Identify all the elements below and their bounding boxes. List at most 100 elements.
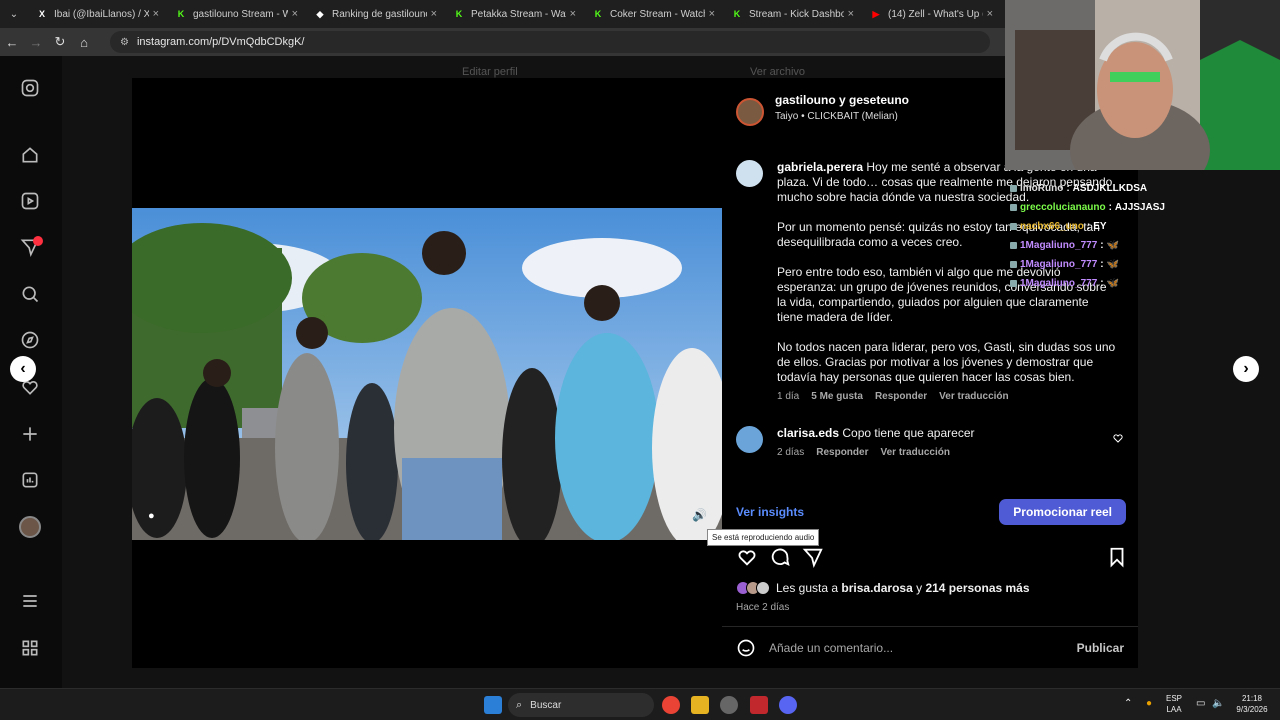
microphone-icon[interactable]: ●	[1146, 698, 1152, 709]
chat-text: 🦋	[1106, 240, 1120, 251]
browser-tab-title: (14) Zell - What's Up (Vis	[888, 8, 983, 20]
dashboard-nav-icon[interactable]	[19, 469, 41, 491]
next-post-button[interactable]: ›	[1233, 356, 1259, 382]
comment-icon[interactable]	[769, 546, 791, 568]
reply-button[interactable]: Responder	[816, 447, 868, 458]
promote-reel-button[interactable]: Promocionar reel	[999, 499, 1126, 525]
comment-author[interactable]: gabriela.perera	[777, 160, 863, 174]
instagram-logo-icon[interactable]	[19, 77, 41, 99]
close-tab-icon[interactable]: ×	[153, 8, 159, 20]
clock[interactable]: 21:18 9/3/2026	[1232, 693, 1272, 715]
chrome-icon[interactable]	[662, 696, 680, 714]
browser-tab[interactable]: ◆ Ranking de gastilouno | E ×	[306, 0, 445, 28]
save-icon[interactable]	[1106, 546, 1128, 568]
reel-video-frame[interactable]: ● 🔊	[132, 208, 722, 540]
back-icon[interactable]: ←	[0, 35, 24, 50]
webcam-overlay	[1005, 0, 1280, 170]
address-bar[interactable]: ⚙ instagram.com/p/DVmQdbCDkgK/	[110, 31, 990, 53]
publish-button[interactable]: Publicar	[1077, 641, 1124, 655]
chat-text: 🦋	[1106, 259, 1120, 270]
likes-rest[interactable]: 214 personas más	[925, 581, 1029, 595]
file-explorer-icon[interactable]	[691, 696, 709, 714]
network-icon[interactable]: ▭	[1196, 698, 1205, 709]
chat-separator: :	[1100, 240, 1104, 251]
like-icon[interactable]	[736, 546, 758, 568]
search-icon: ⌕	[516, 698, 523, 711]
layout-code: LAA	[1166, 705, 1182, 714]
likes-prefix: Les gusta a	[776, 581, 839, 595]
share-icon[interactable]	[802, 546, 824, 568]
chat-separator: :	[1100, 259, 1104, 270]
comment-author[interactable]: clarisa.eds	[777, 426, 839, 440]
translate-button[interactable]: Ver traducción	[880, 447, 949, 458]
close-tab-icon[interactable]: ×	[292, 8, 298, 20]
posted-ago: Hace 2 días	[736, 602, 790, 613]
reload-icon[interactable]: ↻	[48, 34, 72, 50]
reply-button[interactable]: Responder	[875, 391, 927, 402]
post-authors[interactable]: gastilouno y geseteuno	[775, 93, 909, 107]
start-icon[interactable]	[484, 696, 502, 714]
commenter-avatar[interactable]	[736, 160, 763, 187]
browser-tab[interactable]: K Petakka Stream - Watch L ×	[445, 0, 584, 28]
windows-taskbar: ⌕ Buscar ⌃ ● ESP LAA ▭ 🔈 21:18 9/3/2026	[0, 688, 1280, 720]
home-nav-icon[interactable]	[19, 144, 41, 166]
like-comment-icon[interactable]	[1112, 432, 1124, 444]
close-tab-icon[interactable]: ×	[848, 8, 854, 20]
close-tab-icon[interactable]: ×	[570, 8, 576, 20]
author-avatar[interactable]	[736, 98, 764, 126]
clock-date: 9/3/2026	[1236, 705, 1268, 714]
site-info-icon[interactable]: ⚙	[120, 37, 129, 48]
close-tab-icon[interactable]: ×	[709, 8, 715, 20]
post-audio[interactable]: Taiyo • CLICKBAIT (Melian)	[775, 111, 898, 122]
kick-logo-icon: K	[733, 9, 741, 19]
view-insights-link[interactable]: Ver insights	[736, 505, 804, 519]
discord-icon[interactable]	[779, 696, 797, 714]
chat-username: nachx66_uno	[1020, 221, 1084, 232]
browser-tab[interactable]: Kgastilouno Stream - Watch ×	[167, 0, 306, 28]
comment-likes[interactable]: 5 Me gusta	[811, 391, 863, 402]
browser-tab[interactable]: ▶ (14) Zell - What's Up (Vis ×	[862, 0, 1001, 28]
kick-logo-icon: K	[594, 9, 602, 19]
previous-post-button[interactable]: ‹	[10, 356, 36, 382]
close-tab-icon[interactable]: ×	[987, 8, 993, 20]
obs-icon[interactable]	[720, 696, 738, 714]
diamond-icon: ◆	[316, 8, 324, 19]
browser-tab[interactable]: X Ibai (@IbaiLlanos) / X ×	[28, 0, 167, 28]
x-logo-icon: X	[38, 9, 45, 19]
app-icon[interactable]	[750, 696, 768, 714]
create-nav-icon[interactable]	[19, 423, 41, 445]
profile-nav-icon[interactable]	[19, 516, 41, 538]
chat-username: 1Magaliuno_777	[1020, 240, 1098, 251]
more-apps-nav-icon[interactable]	[19, 637, 41, 659]
reels-nav-icon[interactable]	[19, 190, 41, 212]
search-nav-icon[interactable]	[19, 283, 41, 305]
home-icon[interactable]: ⌂	[72, 35, 96, 50]
translate-button[interactable]: Ver traducción	[939, 391, 1008, 402]
emoji-icon[interactable]	[736, 638, 756, 658]
browser-tab[interactable]: K Coker Stream - Watch Liv ×	[584, 0, 723, 28]
tagged-user-icon[interactable]: ●	[148, 510, 155, 522]
language-indicator[interactable]: ESP LAA	[1166, 693, 1182, 715]
reel-video-panel[interactable]: ● 🔊	[132, 78, 722, 668]
menu-nav-icon[interactable]	[19, 590, 41, 612]
likes-user[interactable]: brisa.darosa	[841, 581, 912, 595]
liker-avatars	[736, 581, 770, 595]
close-tab-icon[interactable]: ×	[431, 8, 437, 20]
stream-chat-overlay: imoRuno: ASDJKLLKDSA greccolucianauno: AJJS…	[1010, 165, 1280, 295]
likes-summary: Les gusta a brisa.darosa y 214 personas …	[736, 581, 1030, 595]
comment-input[interactable]: Añade un comentario...	[769, 641, 1077, 655]
chat-message: greccolucianauno: AJJSJASJ	[1010, 202, 1165, 213]
explore-nav-icon[interactable]	[19, 329, 41, 351]
volume-icon[interactable]: 🔈	[1212, 698, 1224, 709]
tray-chevron-icon[interactable]: ⌃	[1124, 698, 1132, 709]
taskbar-search[interactable]: ⌕ Buscar	[508, 693, 654, 717]
forward-icon[interactable]: →	[24, 35, 48, 50]
edit-profile-ghost: Editar perfil	[462, 66, 518, 78]
audio-toggle-icon[interactable]: 🔊	[692, 508, 707, 522]
chat-text: EY	[1093, 221, 1107, 232]
commenter-avatar[interactable]	[736, 426, 763, 453]
tab-search-button[interactable]: ⌄	[0, 0, 28, 28]
browser-tab-title: Coker Stream - Watch Liv	[610, 8, 705, 20]
browser-tab[interactable]: K Stream - Kick Dashboard ×	[723, 0, 862, 28]
comment-paragraph: No todos nacen para liderar, pero vos, G…	[777, 340, 1116, 384]
